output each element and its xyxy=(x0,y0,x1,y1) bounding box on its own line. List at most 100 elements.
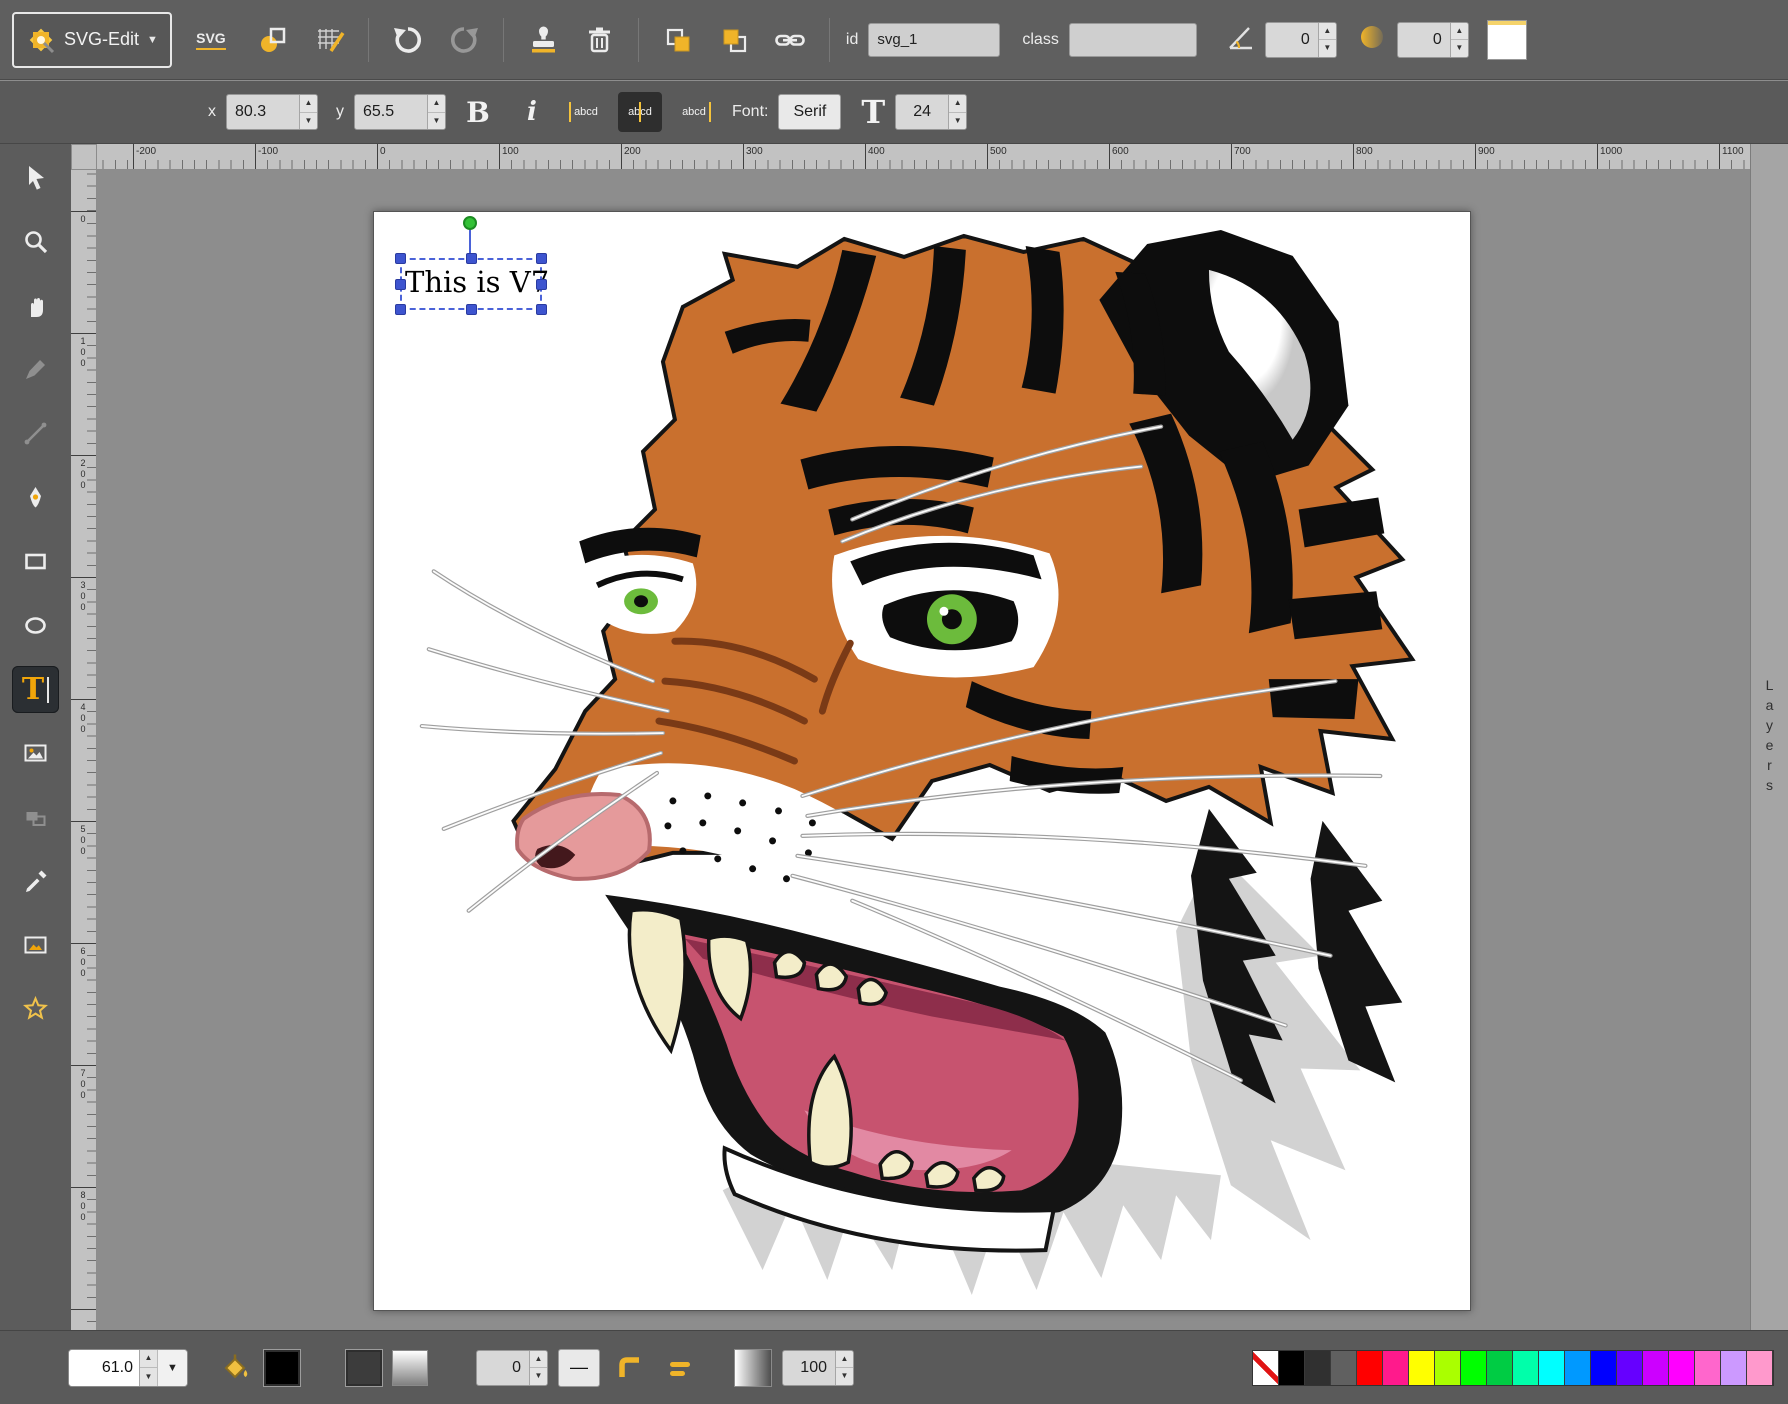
move-to-top-button[interactable] xyxy=(711,17,757,63)
star-tool[interactable] xyxy=(12,986,59,1033)
pan-tool[interactable] xyxy=(12,282,59,329)
stroke-color-swatch[interactable] xyxy=(346,1350,382,1386)
palette-swatch[interactable] xyxy=(1331,1351,1357,1385)
tiger-artwork[interactable] xyxy=(374,212,1470,1310)
palette-swatch[interactable] xyxy=(1513,1351,1539,1385)
text-anchor-middle-button[interactable]: abcd xyxy=(618,92,662,132)
font-size-spinner[interactable]: ▲ ▼ xyxy=(895,94,967,130)
selection-handle-sw[interactable] xyxy=(395,304,406,315)
spin-down-icon[interactable]: ▼ xyxy=(300,113,317,130)
spin-up-icon[interactable]: ▲ xyxy=(1451,23,1468,41)
spin-down-icon[interactable]: ▼ xyxy=(949,113,966,130)
line-tool[interactable] xyxy=(12,410,59,457)
zoom-dropdown[interactable]: ▼ xyxy=(157,1350,187,1386)
ellipse-tool[interactable] xyxy=(12,602,59,649)
element-class-input[interactable] xyxy=(1069,23,1197,57)
palette-swatch[interactable] xyxy=(1669,1351,1695,1385)
palette-swatch[interactable] xyxy=(1383,1351,1409,1385)
image-tool[interactable] xyxy=(12,730,59,777)
stroke-linecap-button[interactable] xyxy=(660,1348,700,1388)
editor-preferences-button[interactable] xyxy=(306,17,352,63)
workspace[interactable]: This is V7 xyxy=(97,170,1750,1330)
selection-handle-n[interactable] xyxy=(466,253,477,264)
spin-down-icon[interactable]: ▼ xyxy=(1451,40,1468,57)
palette-swatch[interactable] xyxy=(1747,1351,1773,1385)
stroke-width-input[interactable] xyxy=(477,1351,529,1385)
blur-input[interactable] xyxy=(1398,23,1450,57)
svg-canvas[interactable]: This is V7 xyxy=(373,211,1471,1311)
opacity-gradient-swatch[interactable] xyxy=(734,1349,772,1387)
delete-button[interactable] xyxy=(576,17,622,63)
y-spinner[interactable]: ▲ ▼ xyxy=(354,94,446,130)
spin-down-icon[interactable]: ▼ xyxy=(140,1368,157,1386)
stroke-linejoin-button[interactable] xyxy=(610,1348,650,1388)
palette-swatch[interactable] xyxy=(1461,1351,1487,1385)
source-editor-button[interactable]: SVG xyxy=(182,17,240,63)
font-size-input[interactable] xyxy=(896,95,948,129)
palette-swatch[interactable] xyxy=(1721,1351,1747,1385)
palette-swatch[interactable] xyxy=(1617,1351,1643,1385)
canvas-text-element[interactable]: This is V7 xyxy=(405,265,549,299)
stroke-paint-gradient[interactable] xyxy=(392,1350,428,1386)
palette-swatch[interactable] xyxy=(1435,1351,1461,1385)
spin-up-icon[interactable]: ▲ xyxy=(949,95,966,113)
text-tool[interactable]: T xyxy=(12,666,59,713)
spin-down-icon[interactable]: ▼ xyxy=(1319,40,1336,57)
zoom-control[interactable]: ▲ ▼ ▼ xyxy=(68,1349,188,1387)
palette-swatch[interactable] xyxy=(1487,1351,1513,1385)
pencil-tool[interactable] xyxy=(12,346,59,393)
italic-button[interactable]: i xyxy=(510,90,554,134)
angle-input[interactable] xyxy=(1266,23,1318,57)
angle-spinner[interactable]: ▲ ▼ xyxy=(1265,22,1337,58)
paint-swatch[interactable] xyxy=(1487,20,1527,60)
selection-handle-s[interactable] xyxy=(466,304,477,315)
font-family-button[interactable]: Serif xyxy=(778,94,841,130)
selection-handle-w[interactable] xyxy=(395,279,406,290)
main-menu-button[interactable]: SVG-Edit ▼ xyxy=(12,12,172,68)
opacity-spinner[interactable]: ▲ ▼ xyxy=(782,1350,854,1386)
spin-up-icon[interactable]: ▲ xyxy=(836,1351,853,1369)
eyedropper-tool[interactable] xyxy=(12,858,59,905)
text-anchor-start-button[interactable]: abcd xyxy=(564,92,608,132)
path-tool[interactable] xyxy=(12,474,59,521)
spin-up-icon[interactable]: ▲ xyxy=(300,95,317,113)
rotate-handle[interactable] xyxy=(463,216,477,230)
undo-button[interactable] xyxy=(385,17,431,63)
spin-down-icon[interactable]: ▼ xyxy=(428,113,445,130)
fill-color-swatch[interactable] xyxy=(264,1350,300,1386)
spin-down-icon[interactable]: ▼ xyxy=(836,1368,853,1385)
spin-up-icon[interactable]: ▲ xyxy=(140,1350,157,1369)
make-link-button[interactable] xyxy=(767,17,813,63)
edit-image-tool[interactable] xyxy=(12,922,59,969)
rectangle-tool[interactable] xyxy=(12,538,59,585)
layers-tab[interactable]: Layers xyxy=(1762,677,1778,797)
y-input[interactable] xyxy=(355,95,427,129)
shape-library-tool[interactable] xyxy=(12,794,59,841)
palette-swatch[interactable] xyxy=(1357,1351,1383,1385)
move-to-bottom-button[interactable] xyxy=(655,17,701,63)
palette-swatch-none[interactable] xyxy=(1253,1351,1279,1385)
spin-up-icon[interactable]: ▲ xyxy=(428,95,445,113)
spin-up-icon[interactable]: ▲ xyxy=(1319,23,1336,41)
clone-button[interactable] xyxy=(520,17,566,63)
stroke-width-spinner[interactable]: ▲ ▼ xyxy=(476,1350,548,1386)
palette-swatch[interactable] xyxy=(1409,1351,1435,1385)
stroke-dash-button[interactable]: — xyxy=(558,1349,600,1387)
redo-button[interactable] xyxy=(441,17,487,63)
select-tool[interactable] xyxy=(12,154,59,201)
blur-spinner[interactable]: ▲ ▼ xyxy=(1397,22,1469,58)
palette-swatch[interactable] xyxy=(1695,1351,1721,1385)
element-id-input[interactable] xyxy=(868,23,1000,57)
zoom-input[interactable] xyxy=(69,1350,139,1386)
document-properties-button[interactable] xyxy=(250,17,296,63)
selection-handle-se[interactable] xyxy=(536,304,547,315)
selection-handle-nw[interactable] xyxy=(395,253,406,264)
palette-swatch[interactable] xyxy=(1643,1351,1669,1385)
text-anchor-end-button[interactable]: abcd xyxy=(672,92,716,132)
x-spinner[interactable]: ▲ ▼ xyxy=(226,94,318,130)
spin-up-icon[interactable]: ▲ xyxy=(530,1351,547,1369)
selection-box[interactable]: This is V7 xyxy=(400,258,542,310)
palette-swatch[interactable] xyxy=(1539,1351,1565,1385)
opacity-input[interactable] xyxy=(783,1351,835,1385)
palette-swatch[interactable] xyxy=(1279,1351,1305,1385)
